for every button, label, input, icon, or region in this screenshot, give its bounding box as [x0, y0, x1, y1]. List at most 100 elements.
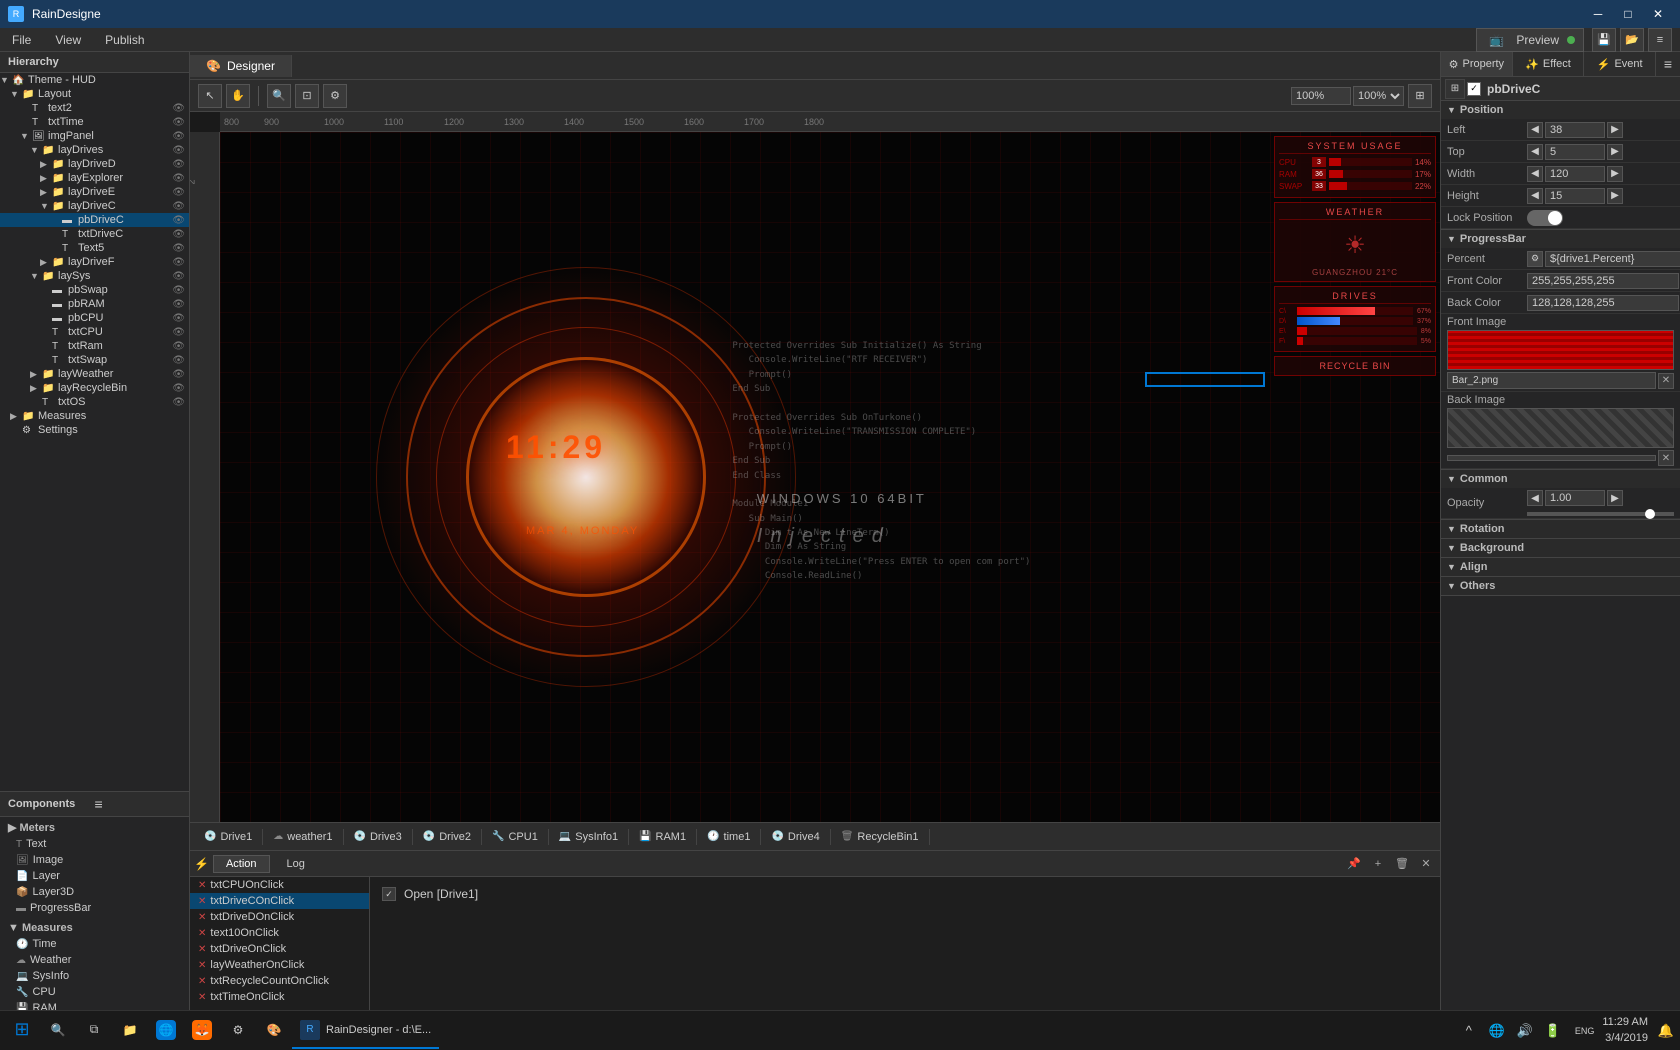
taskbar-settings[interactable]: ⚙	[220, 1013, 256, 1049]
grid-toggle[interactable]: ⊞	[1408, 84, 1432, 108]
tree-item-laydrivee[interactable]: ▶ 📁 layDriveE 👁	[0, 185, 189, 199]
right-panel-menu[interactable]: ≡	[1656, 52, 1680, 76]
prop-height-dec[interactable]: ◀	[1527, 188, 1543, 204]
action-txtdrivec[interactable]: ✕txtDriveCOnClick	[190, 893, 369, 909]
prop-opacity-inc[interactable]: ▶	[1607, 490, 1623, 506]
tree-item-txtcpu[interactable]: T txtCPU 👁	[0, 325, 189, 339]
tree-item-txtos[interactable]: T txtOS 👁	[0, 395, 189, 409]
prop-front-color-input[interactable]	[1527, 273, 1679, 289]
tab-drive3[interactable]: 💿Drive3	[344, 829, 413, 845]
volume-icon[interactable]: 🔊	[1515, 1021, 1535, 1041]
action-txtcpu[interactable]: ✕txtCPUOnClick	[190, 877, 369, 893]
taskbar-browser1[interactable]: 🌐	[148, 1013, 184, 1049]
tab-event[interactable]: ⚡ Event	[1584, 52, 1656, 76]
tree-item-txtdrivec[interactable]: T txtDriveC 👁	[0, 227, 189, 241]
prop-left-input[interactable]	[1545, 122, 1605, 138]
tree-item-pbdrivec[interactable]: ▬ pbDriveC 👁	[0, 213, 189, 227]
close-button[interactable]: ✕	[1644, 0, 1672, 28]
sys-tray-chevron[interactable]: ^	[1459, 1021, 1479, 1041]
bottom-pin-btn[interactable]: 📌	[1344, 854, 1364, 874]
tab-property[interactable]: ⚙ Property	[1441, 52, 1513, 76]
prop-height-input[interactable]	[1545, 188, 1605, 204]
bottom-close-btn[interactable]: ✕	[1416, 854, 1436, 874]
tab-cpu1[interactable]: 🔧CPU1	[482, 829, 549, 845]
tree-item-pbcpu[interactable]: ▬ pbCPU 👁	[0, 311, 189, 325]
bottom-add-btn[interactable]: +	[1368, 854, 1388, 874]
prop-top-input[interactable]	[1545, 144, 1605, 160]
bottom-delete-btn[interactable]: 🗑	[1392, 854, 1412, 874]
pointer-tool[interactable]: ↖	[198, 84, 222, 108]
canvas-area[interactable]: 800 900 1000 1100 1200 1300 1400 1500 16…	[190, 112, 1440, 822]
maximize-button[interactable]: □	[1614, 0, 1642, 28]
menu-button[interactable]: ≡	[1648, 28, 1672, 52]
prop-percent-input[interactable]	[1545, 251, 1680, 267]
prop-width-dec[interactable]: ◀	[1527, 166, 1543, 182]
comp-image[interactable]: 🖼Image	[0, 852, 189, 868]
tree-item-laydrived[interactable]: ▶ 📁 layDriveD 👁	[0, 157, 189, 171]
menu-publish[interactable]: Publish	[101, 31, 148, 49]
tab-ram1[interactable]: 💾RAM1	[629, 829, 697, 845]
position-section-header[interactable]: ▼ Position	[1441, 101, 1680, 119]
component-enabled-checkbox[interactable]: ✓	[1467, 82, 1481, 96]
prop-width-input[interactable]	[1545, 166, 1605, 182]
open-button[interactable]: 📂	[1620, 28, 1644, 52]
tree-item-txttime[interactable]: T txtTime 👁	[0, 115, 189, 129]
action-txtdrive[interactable]: ✕txtDriveOnClick	[190, 941, 369, 957]
tree-item-txtram[interactable]: T txtRam 👁	[0, 339, 189, 353]
tree-item-pbram[interactable]: ▬ pbRAM 👁	[0, 297, 189, 311]
tree-item-layexplorer[interactable]: ▶ 📁 layExplorer 👁	[0, 171, 189, 185]
prop-top-inc[interactable]: ▶	[1607, 144, 1623, 160]
taskbar-raindesigner[interactable]: R RainDesigner - d:\E...	[292, 1013, 439, 1049]
tree-item-laysys[interactable]: ▼ 📁 laySys 👁	[0, 269, 189, 283]
tree-item-text2[interactable]: T text2 👁	[0, 101, 189, 115]
zoom-input[interactable]	[1291, 87, 1351, 105]
back-image-clear[interactable]: ✕	[1658, 450, 1674, 466]
taskbar-fileexplorer[interactable]: 📁	[112, 1013, 148, 1049]
others-section-header[interactable]: ▼ Others	[1441, 577, 1680, 595]
notification-icon[interactable]: 🔔	[1656, 1021, 1676, 1041]
taskbar-search[interactable]: 🔍	[40, 1013, 76, 1049]
log-tab[interactable]: Log	[274, 855, 318, 873]
hand-tool[interactable]: ✋	[226, 84, 250, 108]
designer-tab[interactable]: 🎨 Designer	[190, 55, 292, 77]
tab-sysinfo1[interactable]: 💻SysInfo1	[549, 829, 629, 845]
prop-opacity-dec[interactable]: ◀	[1527, 490, 1543, 506]
zoom-fit-btn[interactable]: ⊡	[295, 84, 319, 108]
minimize-button[interactable]: ─	[1584, 0, 1612, 28]
prop-top-dec[interactable]: ◀	[1527, 144, 1543, 160]
taskbar-browser2[interactable]: 🦊	[184, 1013, 220, 1049]
tab-drive1[interactable]: 💿Drive1	[194, 829, 263, 845]
comp-text[interactable]: TText	[0, 836, 189, 852]
common-section-header[interactable]: ▼ Common	[1441, 470, 1680, 488]
canvas-viewport[interactable]: 11:29 MAR 4, MONDAY Protected Overrides …	[220, 132, 1440, 822]
prop-width-inc[interactable]: ▶	[1607, 166, 1623, 182]
action-layweather[interactable]: ✕layWeatherOnClick	[190, 957, 369, 973]
lock-toggle[interactable]	[1527, 210, 1563, 226]
tab-time1[interactable]: 🕐time1	[697, 829, 761, 845]
measure-time[interactable]: 🕐Time	[0, 936, 189, 952]
save-button[interactable]: 💾	[1592, 28, 1616, 52]
background-section-header[interactable]: ▼ Background	[1441, 539, 1680, 557]
tree-item-text5[interactable]: T Text5 👁	[0, 241, 189, 255]
comp-layer3d[interactable]: 📦Layer3D	[0, 884, 189, 900]
tree-item-measures[interactable]: ▶ 📁 Measures	[0, 409, 189, 423]
action-tab[interactable]: Action	[213, 855, 270, 873]
action-check[interactable]: ✓	[382, 887, 396, 901]
zoom-in-btn[interactable]: 🔍	[267, 84, 291, 108]
comp-layer[interactable]: 📄Layer	[0, 868, 189, 884]
tree-item-laydrivec[interactable]: ▼ 📁 layDriveC 👁	[0, 199, 189, 213]
tree-item-laydrives[interactable]: ▼ 📁 layDrives 👁	[0, 143, 189, 157]
align-section-header[interactable]: ▼ Align	[1441, 558, 1680, 576]
tab-recycle1[interactable]: 🗑RecycleBin1	[831, 829, 930, 845]
zoom-select[interactable]: 100% 50% 200%	[1353, 86, 1404, 106]
front-image-clear[interactable]: ✕	[1658, 373, 1674, 389]
tab-drive2[interactable]: 💿Drive2	[413, 829, 482, 845]
action-txttime[interactable]: ✕txtTimeOnClick	[190, 989, 369, 1005]
tree-item-laydrivef[interactable]: ▶ 📁 layDriveF 👁	[0, 255, 189, 269]
tab-weather1[interactable]: ☁weather1	[263, 829, 343, 845]
tree-item-pbswap[interactable]: ▬ pbSwap 👁	[0, 283, 189, 297]
battery-icon[interactable]: 🔋	[1543, 1021, 1563, 1041]
rotation-section-header[interactable]: ▼ Rotation	[1441, 520, 1680, 538]
tree-item-settings[interactable]: ⚙ Settings	[0, 423, 189, 437]
taskbar-start[interactable]: ⊞	[4, 1013, 40, 1049]
